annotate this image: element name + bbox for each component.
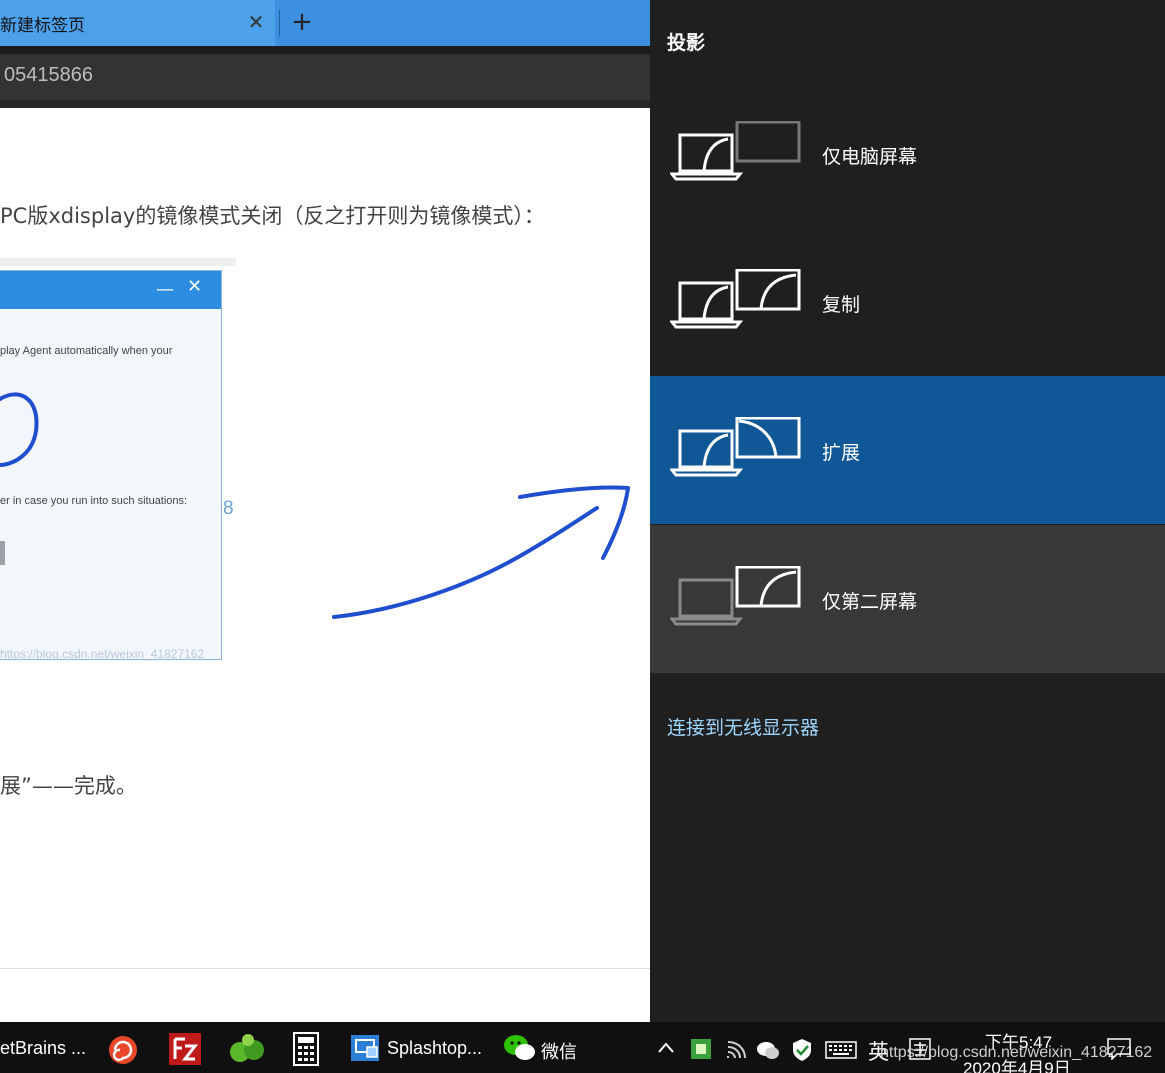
wifi-icon[interactable]: [726, 1040, 748, 1060]
divider: [0, 968, 650, 969]
address-input[interactable]: 05415866: [0, 54, 650, 100]
extend-icon: [670, 417, 801, 477]
image-border: [0, 258, 236, 266]
page-content: PC版xdisplay的镜像模式关闭（反之打开则为镜像模式）： — ✕ play…: [0, 108, 650, 1022]
link-fragment[interactable]: 8: [223, 498, 234, 520]
project-option-duplicate[interactable]: 复制: [650, 228, 1165, 376]
project-option-second-only[interactable]: 仅第二屏幕: [650, 525, 1165, 673]
tab-separator: [279, 10, 280, 36]
tray-app-icon[interactable]: [690, 1038, 712, 1060]
calculator-icon[interactable]: [292, 1032, 320, 1066]
address-text: 05415866: [4, 64, 93, 86]
project-panel: 投影 仅电脑屏幕 复制 扩展 仅第二屏幕 连接到无线显示器: [650, 0, 1165, 1022]
green-blob-app-icon[interactable]: [228, 1032, 266, 1066]
project-option-pc-only[interactable]: 仅电脑屏幕: [650, 80, 1165, 228]
option-label: 仅第二屏幕: [822, 591, 918, 613]
project-option-extend[interactable]: 扩展: [650, 376, 1165, 524]
taskbar-app-jetbrains[interactable]: etBrains ...: [0, 1038, 86, 1059]
option-label: 仅电脑屏幕: [822, 146, 918, 168]
circle-annotation: [0, 392, 39, 467]
dialog-titlebar: — ✕: [0, 271, 221, 309]
wechat-icon[interactable]: [503, 1032, 537, 1064]
new-tab-button[interactable]: +: [290, 6, 314, 38]
chevron-up-icon[interactable]: [657, 1040, 675, 1054]
dialog-text: play Agent automatically when your: [0, 345, 173, 357]
taskbar-app-wechat[interactable]: 微信: [541, 1038, 577, 1064]
screenshot-dialog: — ✕ play Agent automatically when your e…: [0, 270, 222, 661]
second-screen-only-icon: [670, 566, 801, 626]
tab-close-icon[interactable]: ✕: [246, 9, 266, 35]
option-label: 扩展: [822, 442, 861, 464]
keyboard-icon[interactable]: [825, 1041, 857, 1059]
article-paragraph: 展”——完成。: [0, 774, 137, 798]
minimize-icon: —: [156, 279, 174, 300]
snail-app-icon[interactable]: [105, 1032, 141, 1066]
pc-screen-only-icon: [670, 121, 801, 181]
panel-title: 投影: [667, 32, 706, 54]
address-bar: 05415866: [0, 46, 650, 108]
splashtop-icon[interactable]: [350, 1032, 382, 1064]
browser-tab[interactable]: 新建标签页 ✕: [0, 0, 275, 46]
article-paragraph: PC版xdisplay的镜像模式关闭（反之打开则为镜像模式）：: [0, 204, 545, 228]
dialog-text: er in case you run into such situations:: [0, 495, 188, 507]
close-icon: ✕: [187, 276, 203, 297]
image-watermark: https://blog.csdn.net/weixin_41827162: [0, 647, 205, 661]
toolbar-strip: [0, 46, 650, 54]
security-shield-icon[interactable]: [791, 1038, 813, 1062]
taskbar: etBrains ... Splashtop... 微信 英 下午5:47 20…: [0, 1022, 1165, 1073]
duplicate-icon: [670, 269, 801, 329]
filezilla-icon[interactable]: [168, 1032, 202, 1066]
wechat-tray-icon[interactable]: [756, 1040, 780, 1060]
taskbar-app-splashtop[interactable]: Splashtop...: [387, 1038, 482, 1059]
dialog-button: [0, 541, 5, 565]
option-label: 复制: [822, 294, 861, 316]
browser-tab-bar: 新建标签页 ✕ +: [0, 0, 650, 46]
tab-title: 新建标签页: [0, 16, 85, 36]
connect-wireless-display-link[interactable]: 连接到无线显示器: [667, 713, 819, 740]
notification-center-icon[interactable]: [1107, 1038, 1131, 1060]
